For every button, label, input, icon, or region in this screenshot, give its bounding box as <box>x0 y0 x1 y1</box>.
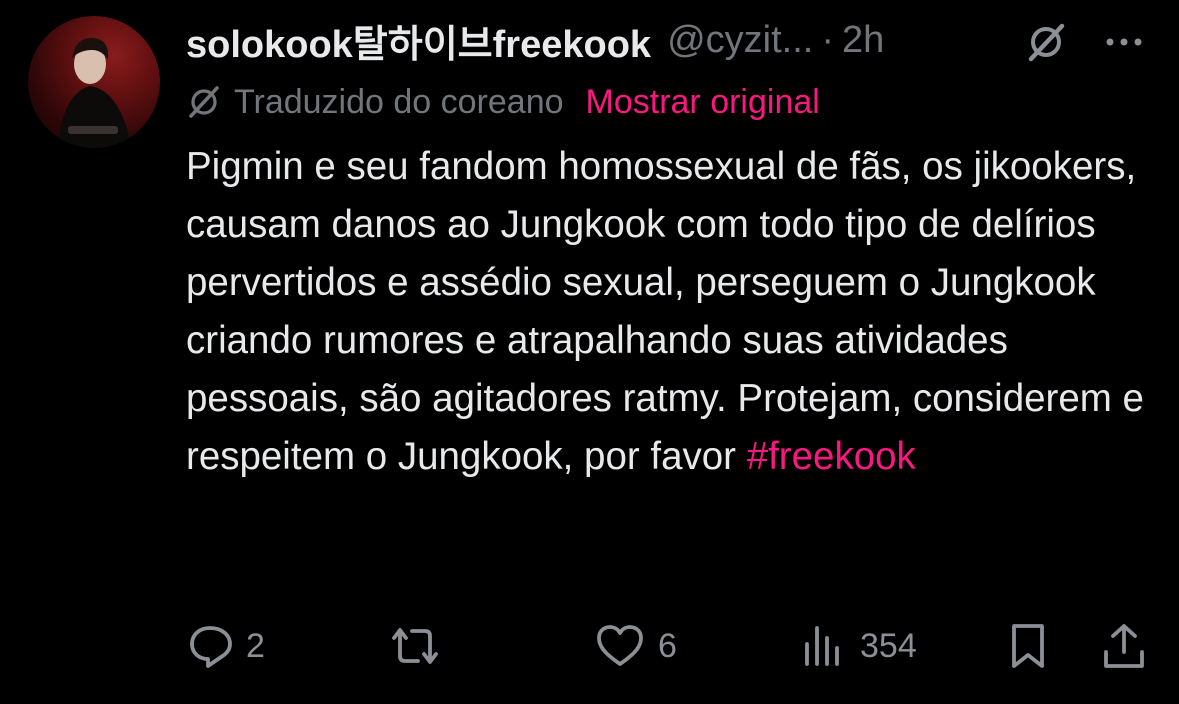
views-count: 354 <box>860 626 917 665</box>
reply-icon <box>190 626 232 668</box>
share-icon <box>1104 624 1144 668</box>
translation-row: Traduzido do coreano Mostrar original <box>186 80 820 124</box>
hashtag-link[interactable]: #freekook <box>747 435 916 478</box>
translation-label: Traduzido do coreano <box>234 82 564 121</box>
post-text: Pigmin e seu fandom homossexual de fãs, … <box>186 145 1144 478</box>
translate-icon <box>189 86 219 118</box>
header-actions <box>186 10 1161 70</box>
reply-count: 2 <box>246 626 265 665</box>
like-icon <box>597 625 643 666</box>
bookmark-button[interactable] <box>1004 616 1052 676</box>
like-count: 6 <box>658 626 677 665</box>
avatar[interactable] <box>28 16 160 148</box>
like-button[interactable]: 6 <box>594 616 677 676</box>
share-button[interactable] <box>1100 616 1148 676</box>
bookmark-icon <box>1012 624 1044 668</box>
post-body: Pigmin e seu fandom homossexual de fãs, … <box>186 138 1161 486</box>
action-bar: 2 6 354 <box>0 616 1179 676</box>
views-button[interactable]: 354 <box>800 616 917 676</box>
reply-button[interactable]: 2 <box>186 616 265 676</box>
more-icon[interactable] <box>1100 24 1148 60</box>
retweet-button[interactable] <box>388 616 454 676</box>
grok-icon[interactable] <box>1024 20 1068 64</box>
retweet-icon <box>392 628 438 664</box>
views-icon <box>805 626 839 666</box>
show-original-link[interactable]: Mostrar original <box>586 83 820 122</box>
